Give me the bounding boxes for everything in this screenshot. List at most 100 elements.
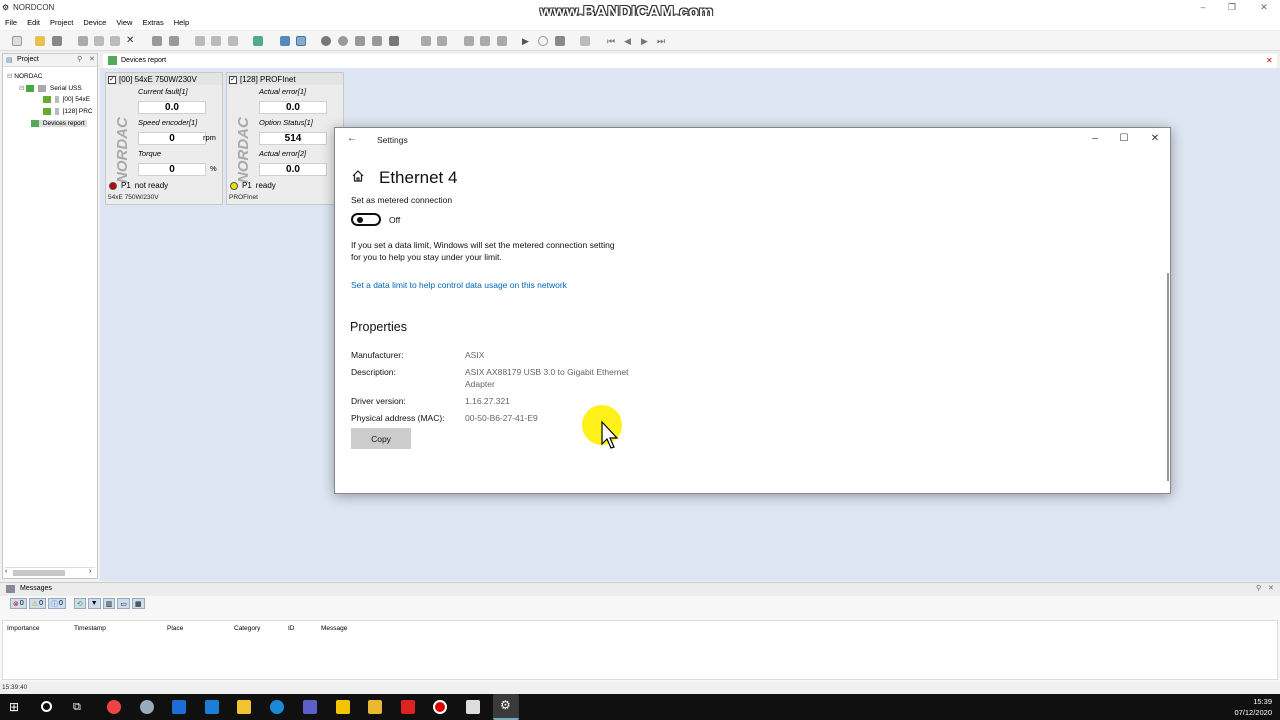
print-preview-icon[interactable] bbox=[195, 36, 205, 46]
device-checkbox[interactable]: ✓ bbox=[229, 75, 237, 84]
macro-icon[interactable] bbox=[480, 36, 490, 46]
system-clock[interactable]: 15:39 07/12/2020 bbox=[1234, 696, 1272, 718]
devices-report-tab[interactable]: Devices report ✕ bbox=[103, 54, 1277, 68]
skype-icon[interactable] bbox=[270, 700, 284, 714]
bandicam-record-icon[interactable] bbox=[433, 700, 447, 714]
last-icon[interactable]: ⏭ bbox=[657, 36, 667, 46]
record-icon[interactable] bbox=[497, 36, 507, 46]
chrome-icon[interactable] bbox=[107, 700, 121, 714]
close-icon[interactable]: ✕ bbox=[1145, 133, 1165, 144]
search-icon[interactable] bbox=[41, 701, 52, 712]
delete-icon[interactable]: ✕ bbox=[126, 36, 136, 46]
column-header[interactable]: Message bbox=[321, 625, 347, 632]
print-setup-icon[interactable] bbox=[228, 36, 238, 46]
new-icon[interactable] bbox=[12, 36, 22, 46]
tree-device-00[interactable]: [00] 54xE bbox=[43, 96, 90, 103]
paste-icon[interactable] bbox=[110, 36, 120, 46]
file-explorer-icon[interactable] bbox=[237, 700, 251, 714]
menu-device[interactable]: Device bbox=[78, 16, 111, 30]
data-limit-link[interactable]: Set a data limit to help control data us… bbox=[351, 280, 567, 290]
menu-view[interactable]: View bbox=[111, 16, 137, 30]
restore-icon[interactable]: ❐ bbox=[1222, 2, 1242, 13]
device-checkbox[interactable]: ✓ bbox=[108, 75, 116, 84]
outlook-icon[interactable] bbox=[172, 700, 186, 714]
pin-icon[interactable]: ⚲ bbox=[77, 55, 82, 63]
device-card[interactable]: ✓ [00] 54xE 750W/230V NORDAC Current fau… bbox=[105, 72, 223, 205]
maximize-icon[interactable]: ☐ bbox=[1114, 133, 1134, 144]
scope-settings-icon[interactable] bbox=[580, 36, 590, 46]
teams-icon[interactable] bbox=[303, 700, 317, 714]
online-icon[interactable] bbox=[338, 36, 348, 46]
home-icon[interactable] bbox=[351, 169, 365, 183]
vertical-scrollbar[interactable] bbox=[1167, 273, 1169, 481]
link-icon[interactable] bbox=[464, 36, 474, 46]
column-header[interactable]: Timestamp bbox=[74, 625, 106, 632]
pin-icon[interactable]: ⚲ bbox=[1256, 584, 1261, 592]
acrobat-icon[interactable] bbox=[401, 700, 415, 714]
sticky-notes-icon[interactable] bbox=[336, 700, 350, 714]
play-icon[interactable]: ▶ bbox=[522, 36, 532, 46]
copy-icon[interactable] bbox=[94, 36, 104, 46]
print-icon[interactable] bbox=[211, 36, 221, 46]
clear-messages-button[interactable]: ⟲ bbox=[73, 598, 86, 609]
stop-icon[interactable] bbox=[538, 36, 548, 46]
minimize-icon[interactable]: – bbox=[1193, 2, 1213, 12]
browser-icon[interactable] bbox=[140, 700, 154, 714]
save-icon[interactable] bbox=[52, 36, 62, 46]
connect-icon[interactable] bbox=[321, 36, 331, 46]
filter-button[interactable]: ▼ bbox=[87, 598, 101, 609]
search-device-icon[interactable] bbox=[253, 36, 263, 46]
errors-filter-button[interactable]: ⊗ 0 bbox=[10, 598, 27, 609]
app-blue-icon[interactable] bbox=[205, 700, 219, 714]
control-icon[interactable] bbox=[372, 36, 382, 46]
menu-edit[interactable]: Edit bbox=[22, 16, 45, 30]
tree-devices-report[interactable]: Devices report bbox=[31, 120, 87, 128]
copy-button[interactable]: Copy bbox=[351, 428, 411, 449]
next-icon[interactable]: ▶ bbox=[641, 36, 651, 46]
scroll-right-icon[interactable]: › bbox=[89, 568, 91, 575]
open-folder-icon[interactable] bbox=[35, 36, 45, 46]
tree-root[interactable]: ⊟ NORDAC bbox=[7, 72, 42, 80]
cut-icon[interactable] bbox=[78, 36, 88, 46]
tab-close-icon[interactable]: ✕ bbox=[1266, 56, 1273, 65]
tree-serial-uss[interactable]: ⊟ Serial USS bbox=[19, 84, 82, 92]
back-arrow-icon[interactable]: ← bbox=[347, 133, 357, 144]
nordcon-icon[interactable] bbox=[466, 700, 480, 714]
compare-icon[interactable] bbox=[421, 36, 431, 46]
scroll-left-icon[interactable]: ‹ bbox=[5, 568, 7, 575]
device-card[interactable]: ✓ [128] PROFInet NORDAC Actual error[1] … bbox=[226, 72, 344, 205]
menu-extras[interactable]: Extras bbox=[137, 16, 168, 30]
columns-button[interactable]: ▥ bbox=[102, 598, 116, 609]
warnings-filter-button[interactable]: ⚠ 0 bbox=[28, 598, 46, 609]
parameter-icon[interactable] bbox=[355, 36, 365, 46]
task-view-icon[interactable]: ⧉ bbox=[73, 700, 87, 714]
scroll-thumb[interactable] bbox=[13, 570, 65, 576]
panel-close-icon[interactable]: ✕ bbox=[89, 55, 95, 63]
window-button[interactable]: ▭ bbox=[117, 598, 130, 609]
first-icon[interactable]: ⏮ bbox=[607, 36, 617, 46]
collapse-icon[interactable]: ⊟ bbox=[7, 73, 12, 80]
column-header[interactable]: Importance bbox=[7, 625, 40, 632]
download-icon[interactable] bbox=[169, 36, 179, 46]
collapse-icon[interactable]: ⊟ bbox=[19, 85, 24, 92]
windows-start-icon[interactable]: ⊞ bbox=[9, 700, 23, 714]
filter-icon[interactable] bbox=[296, 36, 306, 46]
menu-project[interactable]: Project bbox=[45, 16, 78, 30]
column-header[interactable]: ID bbox=[288, 625, 295, 632]
menu-file[interactable]: File bbox=[0, 16, 22, 30]
menu-help[interactable]: Help bbox=[169, 16, 194, 30]
transfer-icon[interactable] bbox=[437, 36, 447, 46]
horizontal-scrollbar[interactable]: ‹ › bbox=[5, 567, 95, 577]
column-header[interactable]: Category bbox=[234, 625, 260, 632]
tree-device-128[interactable]: [128] PRC bbox=[43, 108, 93, 115]
upload-icon[interactable] bbox=[152, 36, 162, 46]
sort-icon[interactable] bbox=[280, 36, 290, 46]
oscilloscope-icon[interactable] bbox=[555, 36, 565, 46]
minimize-icon[interactable]: – bbox=[1085, 133, 1105, 144]
panel-close-icon[interactable]: ✕ bbox=[1268, 584, 1274, 592]
grid-icon[interactable] bbox=[389, 36, 399, 46]
close-icon[interactable]: ✕ bbox=[1254, 2, 1274, 13]
info-filter-button[interactable]: ⓘ 0 bbox=[47, 598, 66, 609]
metered-connection-toggle[interactable] bbox=[351, 213, 381, 226]
column-header[interactable]: Place bbox=[167, 625, 183, 632]
